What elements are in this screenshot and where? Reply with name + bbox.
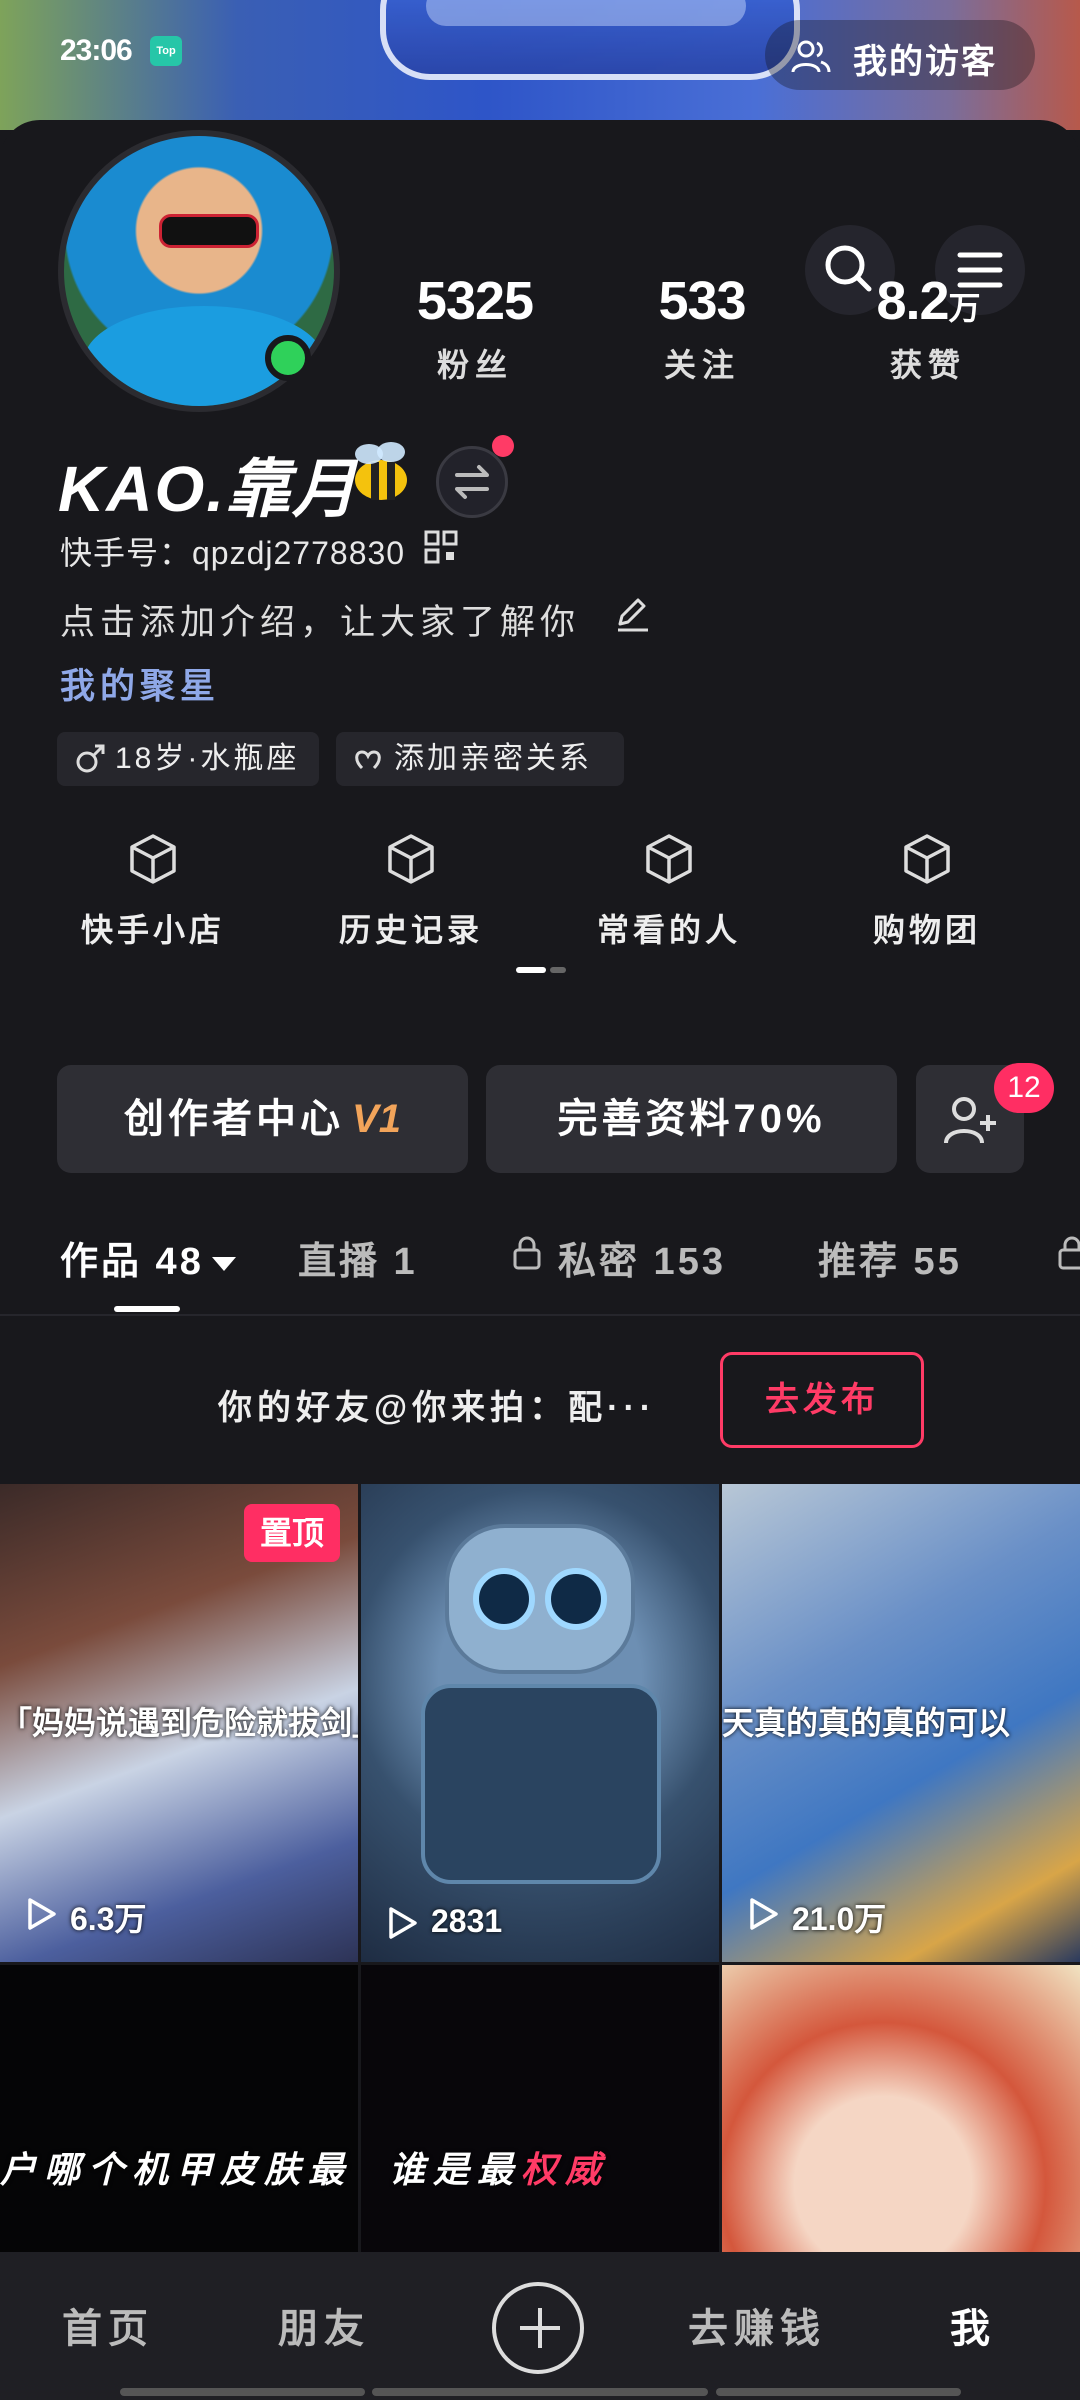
banner-logo-art <box>380 0 800 80</box>
cube-icon <box>646 834 692 884</box>
stat-following[interactable]: 533 关注 <box>612 270 792 386</box>
notification-dot <box>492 435 514 457</box>
qrcode-icon[interactable] <box>424 530 458 564</box>
shortcut-shop[interactable]: 快手小店 <box>68 832 238 951</box>
hearts-icon <box>355 750 381 770</box>
gesture-bar <box>120 2388 365 2396</box>
robot-face-art <box>445 1524 635 1674</box>
tab-works-label: 作品 48 <box>60 1241 204 1283</box>
video-card[interactable]: 天真的真的真的可以 21.0万 <box>722 1484 1080 1962</box>
bottom-nav: 首页 朋友 去赚钱 我 <box>0 2252 1080 2400</box>
profile-card: 5325 粉丝 533 关注 8.2万 获赞 KAO.靠月 快手号：qpzdj2… <box>0 120 1080 2400</box>
video-view-count: 21.0万 <box>746 1894 886 1940</box>
bee-icon <box>355 442 407 500</box>
gesture-bar <box>716 2388 961 2396</box>
video-caption: 「妈妈说遇到危险就拔剑」 <box>0 1705 358 1741</box>
shortcut-label: 快手小店 <box>80 912 225 948</box>
pinned-badge: 置顶 <box>244 1504 340 1562</box>
stat-following-label: 关注 <box>663 347 740 383</box>
play-icon <box>28 1898 56 1930</box>
creator-level: V1 <box>352 1097 401 1141</box>
visitors-label: 我的访客 <box>853 43 997 81</box>
age-tag[interactable]: 18岁·水瓶座 <box>57 732 319 786</box>
invite-text: 你的好友@你来拍：配··· <box>218 1389 657 1427</box>
online-status-dot <box>265 335 311 381</box>
status-time: 23:06 <box>60 34 133 67</box>
tabs-divider <box>0 1314 1080 1316</box>
male-icon <box>76 744 105 773</box>
video-caption: 天真的真的真的可以 <box>722 1705 1011 1741</box>
nav-earn[interactable]: 去赚钱 <box>688 2296 826 2354</box>
video-view-count: 2831 <box>385 1903 502 1940</box>
stat-fans-value: 5325 <box>416 271 534 331</box>
stat-fans[interactable]: 5325 粉丝 <box>385 270 565 386</box>
video-caption: 户哪个机甲皮肤最 <box>0 2149 353 2190</box>
nav-me[interactable]: 我 <box>950 2296 996 2354</box>
play-icon <box>750 1898 778 1930</box>
swap-icon <box>455 465 489 499</box>
create-plus-button[interactable] <box>492 2282 584 2374</box>
video-card[interactable]: 2831 <box>361 1484 719 1962</box>
shortcut-group-buy[interactable]: 购物团 <box>842 832 1012 951</box>
lock-icon <box>513 1236 541 1270</box>
edit-icon[interactable] <box>612 594 652 634</box>
tab-private[interactable]: 私密 153 <box>512 1230 726 1285</box>
robot-screen-art <box>421 1684 661 1884</box>
my-stars-link[interactable]: 我的聚星 <box>60 658 220 709</box>
shortcut-page-indicator <box>516 967 566 973</box>
relation-tag-label: 添加亲密关系 <box>394 742 592 775</box>
stat-fans-label: 粉丝 <box>436 347 513 383</box>
relation-tag[interactable]: 添加亲密关系 <box>336 732 624 786</box>
shortcut-history[interactable]: 历史记录 <box>326 832 496 951</box>
tab-works[interactable]: 作品 48 <box>60 1230 236 1285</box>
video-card[interactable]: 置顶 「妈妈说遇到危险就拔剑」 6.3万 <box>0 1484 358 1962</box>
nav-home[interactable]: 首页 <box>62 2296 154 2354</box>
video-caption: 谁是最权威 <box>389 2149 610 2190</box>
kuaishou-id[interactable]: 快手号：qpzdj2778830 <box>60 528 405 574</box>
shortcut-label: 购物团 <box>872 912 981 948</box>
publish-button[interactable]: 去发布 <box>720 1352 924 1448</box>
intro-placeholder[interactable]: 点击添加介绍，让大家了解你 <box>60 594 580 645</box>
avatar-glasses <box>159 214 259 248</box>
shortcut-label: 历史记录 <box>338 912 483 948</box>
switch-account-button[interactable] <box>436 446 508 518</box>
stat-likes[interactable]: 8.2万 获赞 <box>838 270 1018 386</box>
cube-icon <box>130 834 176 884</box>
video-view-count: 6.3万 <box>24 1894 147 1940</box>
caret-down-icon <box>211 1256 236 1271</box>
shortcut-label: 常看的人 <box>596 912 741 948</box>
creator-center-label: 创作者中心 <box>124 1097 345 1141</box>
tab-private-label: 私密 153 <box>558 1241 726 1283</box>
cube-icon <box>904 834 950 884</box>
complete-profile-button[interactable]: 完善资料70% <box>486 1065 897 1173</box>
tab-recommend[interactable]: 推荐 55 <box>818 1230 962 1285</box>
lock-icon[interactable] <box>1057 1236 1080 1270</box>
people-icon <box>791 40 831 73</box>
gesture-bar <box>372 2388 708 2396</box>
friend-request-badge: 12 <box>994 1063 1054 1113</box>
shortcut-frequent[interactable]: 常看的人 <box>584 832 754 951</box>
creator-center-button[interactable]: 创作者中心 V1 <box>57 1065 468 1173</box>
play-icon <box>389 1907 417 1939</box>
username: KAO.靠月 <box>58 453 358 525</box>
age-tag-label: 18岁·水瓶座 <box>115 742 300 775</box>
cube-icon <box>388 834 434 884</box>
status-app-badge: Top <box>150 36 182 66</box>
add-user-icon <box>944 1097 996 1144</box>
visitors-button[interactable]: 我的访客 <box>765 20 1035 90</box>
stat-likes-value: 8.2万 <box>876 271 980 331</box>
active-tab-indicator <box>114 1306 180 1312</box>
stat-following-value: 533 <box>658 271 746 331</box>
nav-friends[interactable]: 朋友 <box>278 2296 370 2354</box>
stat-likes-label: 获赞 <box>889 347 966 383</box>
tab-live[interactable]: 直播 1 <box>298 1230 418 1285</box>
